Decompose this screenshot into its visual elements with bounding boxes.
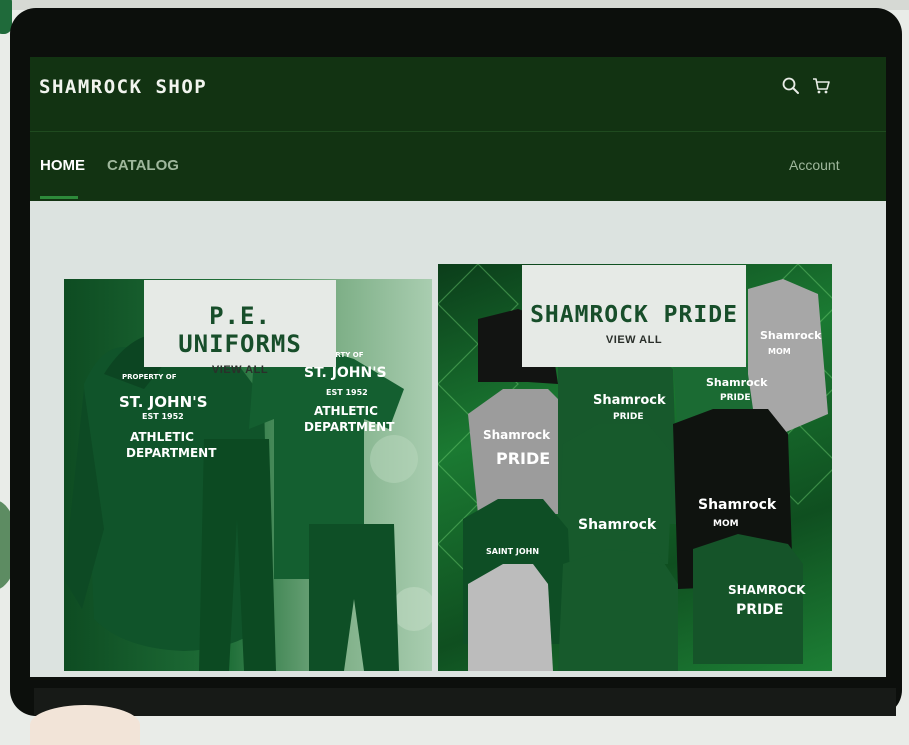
- tee-print-line5: DEPARTMENT: [304, 420, 395, 434]
- tee-print-line4: ATHLETIC: [314, 404, 378, 418]
- pride-print-12: MOM: [713, 519, 739, 529]
- search-icon[interactable]: [780, 75, 802, 97]
- nav-home[interactable]: HOME: [40, 157, 85, 174]
- pride-print-6: PRIDE: [720, 393, 751, 403]
- pride-print-10: Shamrock: [578, 517, 657, 533]
- tee-print-line3: EST 1952: [326, 388, 368, 397]
- view-all-link[interactable]: VIEW ALL: [212, 364, 268, 376]
- collection-card-pe-uniforms-label: P.E. UNIFORMS VIEW ALL: [144, 280, 336, 376]
- hoodie-print-line4: ATHLETIC: [130, 430, 194, 444]
- pride-print-9: SAINT JOHN: [486, 547, 539, 556]
- pride-print-1: Shamrock: [483, 428, 551, 442]
- hoodie-print-line2: ST. JOHN'S: [119, 393, 208, 411]
- site-header: SHAMROCK SHOP HOME CATALOG Account: [30, 57, 886, 201]
- nav-catalog[interactable]: CATALOG: [107, 157, 179, 174]
- collection-title: SHAMROCK PRIDE: [530, 302, 738, 328]
- pride-print-2: PRIDE: [496, 449, 550, 468]
- hand-decoration: [30, 705, 140, 745]
- browser-viewport: SHAMROCK SHOP HOME CATALOG Account PROPE…: [30, 57, 886, 677]
- laptop-bezel-bottom: [34, 688, 896, 716]
- collection-card-shamrock-pride-label: SHAMROCK PRIDE VIEW ALL: [522, 265, 746, 367]
- pride-print-14: PRIDE: [736, 602, 783, 618]
- pride-print-11: Shamrock: [698, 497, 777, 513]
- nav-account[interactable]: Account: [789, 157, 840, 173]
- view-all-link[interactable]: VIEW ALL: [606, 334, 662, 346]
- collection-card-pe-uniforms[interactable]: PROPERTY OF ST. JOHN'S EST 1952 ATHLETIC…: [64, 279, 432, 671]
- nav-active-indicator: [40, 196, 78, 199]
- pride-print-8: MOM: [768, 347, 791, 356]
- pride-print-4: PRIDE: [613, 412, 644, 422]
- main-content: PROPERTY OF ST. JOHN'S EST 1952 ATHLETIC…: [30, 201, 886, 677]
- cart-icon[interactable]: [810, 75, 832, 97]
- hoodie-print-line5: DEPARTMENT: [126, 446, 217, 460]
- pride-print-3: Shamrock: [593, 393, 666, 408]
- hoodie-print-line3: EST 1952: [142, 412, 184, 421]
- pride-print-13: SHAMROCK: [728, 583, 806, 597]
- collection-title: P.E. UNIFORMS: [178, 302, 302, 358]
- collection-card-shamrock-pride[interactable]: Shamrock PRIDE Shamrock PRIDE Shamrock P…: [438, 264, 832, 671]
- site-logo[interactable]: SHAMROCK SHOP: [39, 76, 207, 98]
- pride-print-7: Shamrock: [760, 329, 822, 342]
- pride-print-5: Shamrock: [706, 376, 768, 389]
- header-divider: [30, 131, 886, 132]
